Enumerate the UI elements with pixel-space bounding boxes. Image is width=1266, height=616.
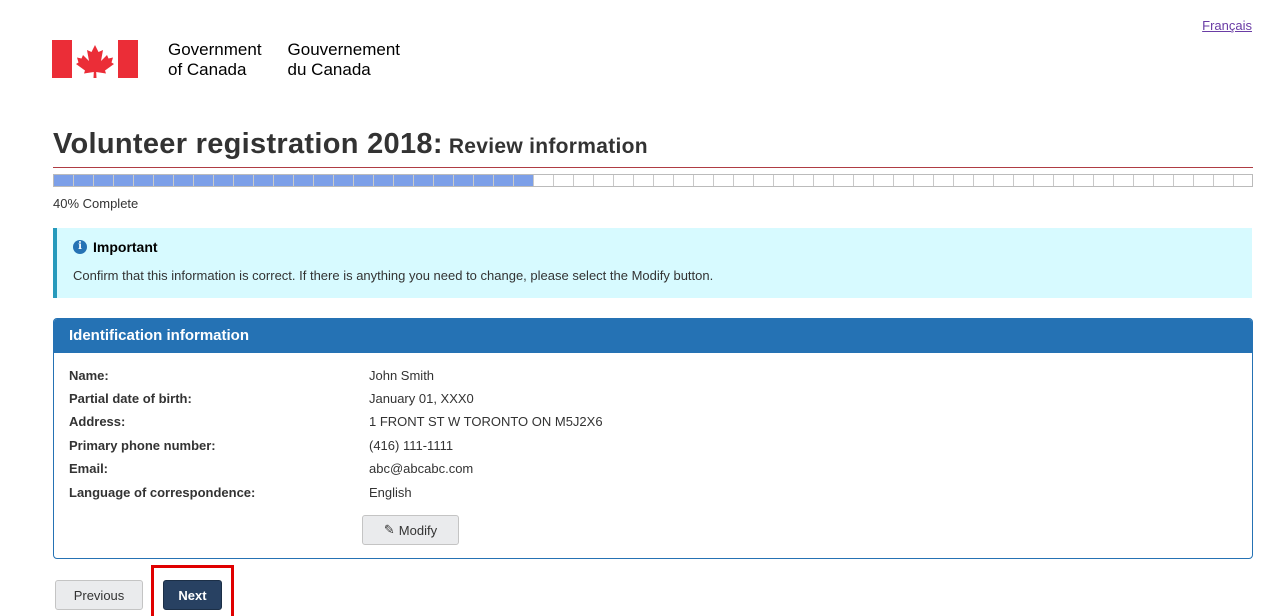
wordmark-en-line2: of Canada	[168, 60, 247, 79]
row-value: 1 FRONT ST W TORONTO ON M5J2X6	[369, 414, 603, 429]
progress-bar-segments	[54, 175, 1252, 186]
wordmark-english: Government of Canada	[168, 40, 262, 80]
progress-bar	[53, 174, 1253, 187]
row-value: January 01, XXX0	[369, 391, 474, 406]
modify-button-label: Modify	[398, 522, 438, 538]
alert-title-text: Important	[93, 239, 158, 255]
wordmark-fr-line1: Gouvernement	[287, 40, 400, 59]
row-label: Email:	[69, 461, 109, 476]
wordmark-fr-line2: du Canada	[287, 60, 371, 79]
edit-icon: ✎	[383, 522, 395, 537]
previous-button[interactable]: Previous	[55, 580, 143, 610]
panel-heading: Identification information	[54, 319, 1252, 353]
identification-panel: Identification information Name: John Sm…	[53, 318, 1253, 559]
government-signature: Government of Canada Gouvernement du Can…	[52, 40, 400, 86]
row-label: Name:	[69, 368, 109, 383]
page-title: Volunteer registration 2018: Review infor…	[53, 128, 1253, 168]
row-label: Address:	[69, 414, 126, 429]
top-strip	[0, 0, 1266, 12]
info-icon: i	[73, 240, 87, 254]
wordmark-en-line1: Government	[168, 40, 262, 59]
progress-label: 40% Complete	[53, 196, 139, 211]
canada-flag-icon	[52, 40, 138, 78]
wordmark-french: Gouvernement du Canada	[288, 40, 400, 80]
alert-message: Confirm that this information is correct…	[73, 268, 714, 283]
alert-title: i Important	[73, 239, 158, 255]
government-wordmark: Government of Canada Gouvernement du Can…	[168, 40, 400, 80]
row-label: Language of correspondence:	[69, 485, 256, 500]
row-value: English	[369, 485, 412, 500]
next-button[interactable]: Next	[163, 580, 222, 610]
language-toggle-link[interactable]: Français	[1202, 18, 1252, 33]
row-value: (416) 111-1111	[369, 438, 454, 453]
modify-button[interactable]: ✎ Modify	[362, 515, 459, 545]
row-label: Partial date of birth:	[69, 391, 192, 406]
page-subtitle: Review information	[448, 135, 648, 158]
row-value: abc@abcabc.com	[369, 461, 474, 476]
page-title-main: Volunteer registration 2018:	[53, 128, 443, 160]
row-value: John Smith	[369, 368, 435, 383]
important-alert: i Important Confirm that this informatio…	[53, 228, 1252, 298]
row-label: Primary phone number:	[69, 438, 216, 453]
